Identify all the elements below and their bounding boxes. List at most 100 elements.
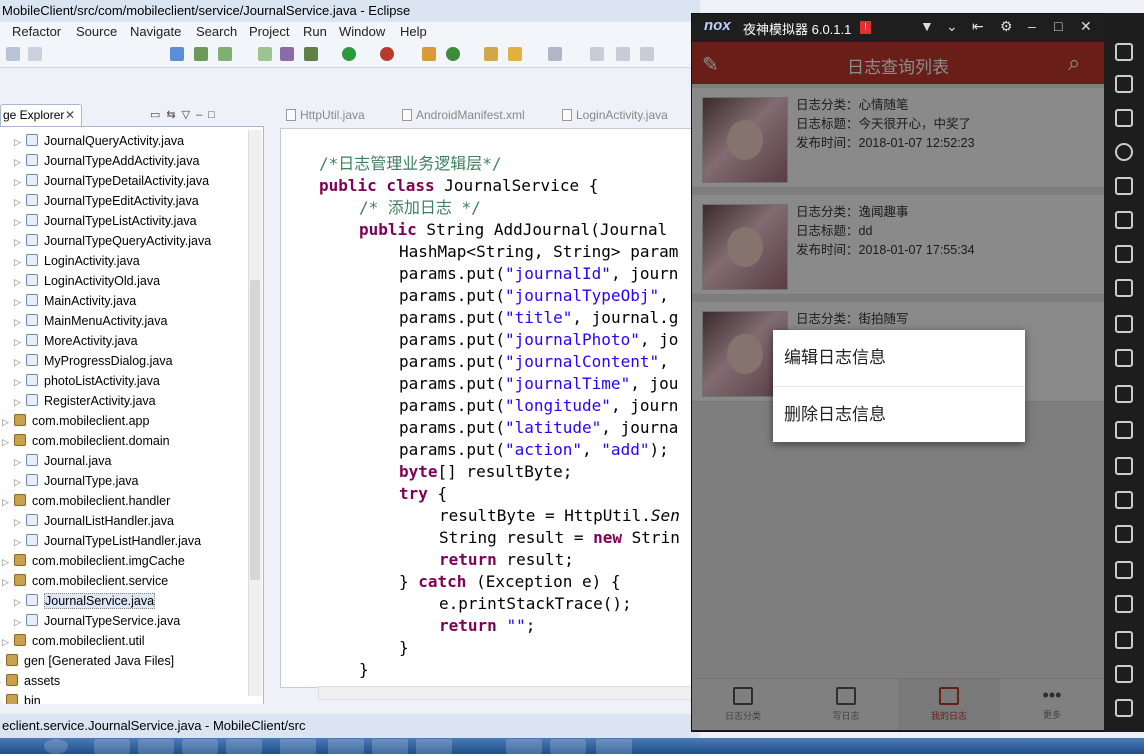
menu-help[interactable]: Help <box>400 24 427 39</box>
tree-item[interactable]: ▷ photoListActivity.java <box>14 371 160 391</box>
screen-icon[interactable] <box>1115 177 1133 195</box>
expand-arrow-icon[interactable]: ▷ <box>14 292 24 312</box>
scissors-icon[interactable] <box>1115 421 1133 439</box>
resize-icon[interactable] <box>1115 525 1133 543</box>
pin-icon[interactable] <box>590 47 604 61</box>
nav-icon[interactable] <box>640 47 654 61</box>
tree-item[interactable]: ▷ LoginActivityOld.java <box>14 271 160 291</box>
expand-arrow-icon[interactable]: ▷ <box>14 252 24 272</box>
start-button[interactable] <box>44 739 68 754</box>
tree-item[interactable]: ▷ com.mobileclient.app <box>2 411 149 431</box>
taskbar-app[interactable] <box>416 739 452 754</box>
tree-item[interactable]: ▷ JournalTypeListActivity.java <box>14 211 197 231</box>
menu-navigate[interactable]: Navigate <box>130 24 181 39</box>
tree-item[interactable]: ▷ com.mobileclient.imgCache <box>2 551 185 571</box>
run-icon[interactable] <box>342 47 356 61</box>
gear-icon[interactable]: ⚙ <box>1000 18 1013 35</box>
search-tool-icon[interactable] <box>508 47 522 61</box>
expand-arrow-icon[interactable]: ▷ <box>14 612 24 632</box>
tree-item[interactable]: ▷ Journal.java <box>14 451 111 471</box>
tab-manifest[interactable]: AndroidManifest.xml <box>402 108 525 122</box>
tree-item[interactable]: ▷ MainActivity.java <box>14 291 136 311</box>
pin-icon[interactable]: ⇤ <box>972 18 984 35</box>
expand-arrow-icon[interactable]: ▷ <box>2 552 12 572</box>
volume-down-icon[interactable] <box>1115 279 1133 297</box>
minimize-icon[interactable]: – <box>1028 18 1036 34</box>
menu-window[interactable]: Window <box>339 24 385 39</box>
expand-arrow-icon[interactable]: ▷ <box>14 532 24 552</box>
expand-arrow-icon[interactable]: ▷ <box>14 392 24 412</box>
close-icon[interactable]: ✕ <box>65 108 75 122</box>
tree-item[interactable]: ▷ assets <box>0 671 60 691</box>
loading-icon[interactable] <box>1115 561 1133 579</box>
expand-arrow-icon[interactable]: ▷ <box>2 492 12 512</box>
tree-item[interactable]: ▷ JournalQueryActivity.java <box>14 131 184 151</box>
import-icon[interactable] <box>170 47 184 61</box>
tree-item[interactable]: ▷ com.mobileclient.service <box>2 571 168 591</box>
back-icon[interactable] <box>1115 631 1133 649</box>
expand-arrow-icon[interactable]: ▷ <box>14 372 24 392</box>
tree-item[interactable]: ▷ JournalListHandler.java <box>14 511 174 531</box>
tab-loginactivity[interactable]: LoginActivity.java <box>562 108 668 122</box>
multi-window-icon[interactable] <box>1115 457 1133 475</box>
tree-item[interactable]: ▷ RegisterActivity.java <box>14 391 156 411</box>
expand-arrow-icon[interactable]: ▷ <box>14 192 24 212</box>
location-icon[interactable] <box>1115 143 1133 161</box>
tree-item[interactable]: ▷ com.mobileclient.domain <box>2 431 170 451</box>
expand-arrow-icon[interactable]: ▷ <box>2 432 12 452</box>
expand-arrow-icon[interactable]: ▷ <box>14 152 24 172</box>
open-type-icon[interactable] <box>484 47 498 61</box>
delete-journal-menu-item[interactable]: 删除日志信息 <box>773 386 1025 442</box>
expand-arrow-icon[interactable]: ▷ <box>14 312 24 332</box>
code-editor[interactable]: /*日志管理业务逻辑层*/ public class JournalServic… <box>280 128 700 688</box>
new-class-icon[interactable] <box>446 47 460 61</box>
recent-apps-icon[interactable] <box>1115 699 1133 717</box>
chevron-down-icon[interactable]: ⌄ <box>946 18 958 35</box>
trash-icon[interactable] <box>1115 75 1133 93</box>
taskbar-app[interactable] <box>182 739 218 754</box>
taskbar-app[interactable] <box>506 739 542 754</box>
expand-arrow-icon[interactable]: ▷ <box>14 512 24 532</box>
tree-item[interactable]: ▷ JournalService.java <box>14 591 156 612</box>
taskbar-app[interactable] <box>94 739 130 754</box>
tree-item[interactable]: ▷ JournalTypeAddActivity.java <box>14 151 199 171</box>
tree-item[interactable]: ▷ JournalTypeEditActivity.java <box>14 191 199 211</box>
tree-item[interactable]: ▷ JournalTypeListHandler.java <box>14 531 201 551</box>
expand-arrow-icon[interactable]: ▷ <box>2 412 12 432</box>
new-java-icon[interactable] <box>258 47 272 61</box>
tree-item[interactable]: ▷ MainMenuActivity.java <box>14 311 167 331</box>
warning-icon[interactable]: ! <box>860 21 871 34</box>
apk-install-icon[interactable] <box>1115 385 1133 403</box>
expand-arrow-icon[interactable]: ▷ <box>14 332 24 352</box>
new-icon[interactable] <box>6 47 20 61</box>
close-icon[interactable]: ✕ <box>1080 18 1092 35</box>
tool-icon[interactable] <box>280 47 294 61</box>
taskbar-app[interactable] <box>372 739 408 754</box>
expand-arrow-icon[interactable]: ▷ <box>2 572 12 592</box>
tree-item[interactable]: ▷ JournalType.java <box>14 471 139 491</box>
checkbox-icon[interactable] <box>218 47 232 61</box>
tree-item[interactable]: ▷ com.mobileclient.handler <box>2 491 170 511</box>
more-dots-icon[interactable] <box>1115 43 1133 61</box>
tree-item[interactable]: ▷ JournalTypeDetailActivity.java <box>14 171 209 191</box>
toolbox-icon[interactable] <box>1115 315 1133 333</box>
tab-httputil[interactable]: HttpUtil.java <box>286 108 365 122</box>
tree-item[interactable]: ▷ com.mobileclient.util <box>2 631 145 651</box>
expand-arrow-icon[interactable]: ▷ <box>14 132 24 152</box>
menu-lines-icon[interactable] <box>1115 491 1133 509</box>
tree-item[interactable]: ▷ JournalTypeQueryActivity.java <box>14 231 211 251</box>
menu-run[interactable]: Run <box>303 24 327 39</box>
scrollbar-thumb[interactable] <box>250 280 260 580</box>
taskbar-app[interactable] <box>328 739 364 754</box>
horizontal-scrollbar[interactable] <box>318 686 698 700</box>
taskbar-app[interactable] <box>138 739 174 754</box>
doc-icon[interactable] <box>616 47 630 61</box>
tree-item[interactable]: ▷ JournalTypeService.java <box>14 611 180 631</box>
menu-search[interactable]: Search <box>196 24 237 39</box>
build-icon[interactable] <box>422 47 436 61</box>
tree-item[interactable]: ▷ bin <box>0 691 41 704</box>
fullscreen-icon[interactable] <box>1115 211 1133 229</box>
expand-arrow-icon[interactable]: ▷ <box>2 632 12 652</box>
expand-arrow-icon[interactable]: ▷ <box>14 592 24 612</box>
view-controls[interactable]: ▭⇆▽–□ <box>150 108 221 121</box>
